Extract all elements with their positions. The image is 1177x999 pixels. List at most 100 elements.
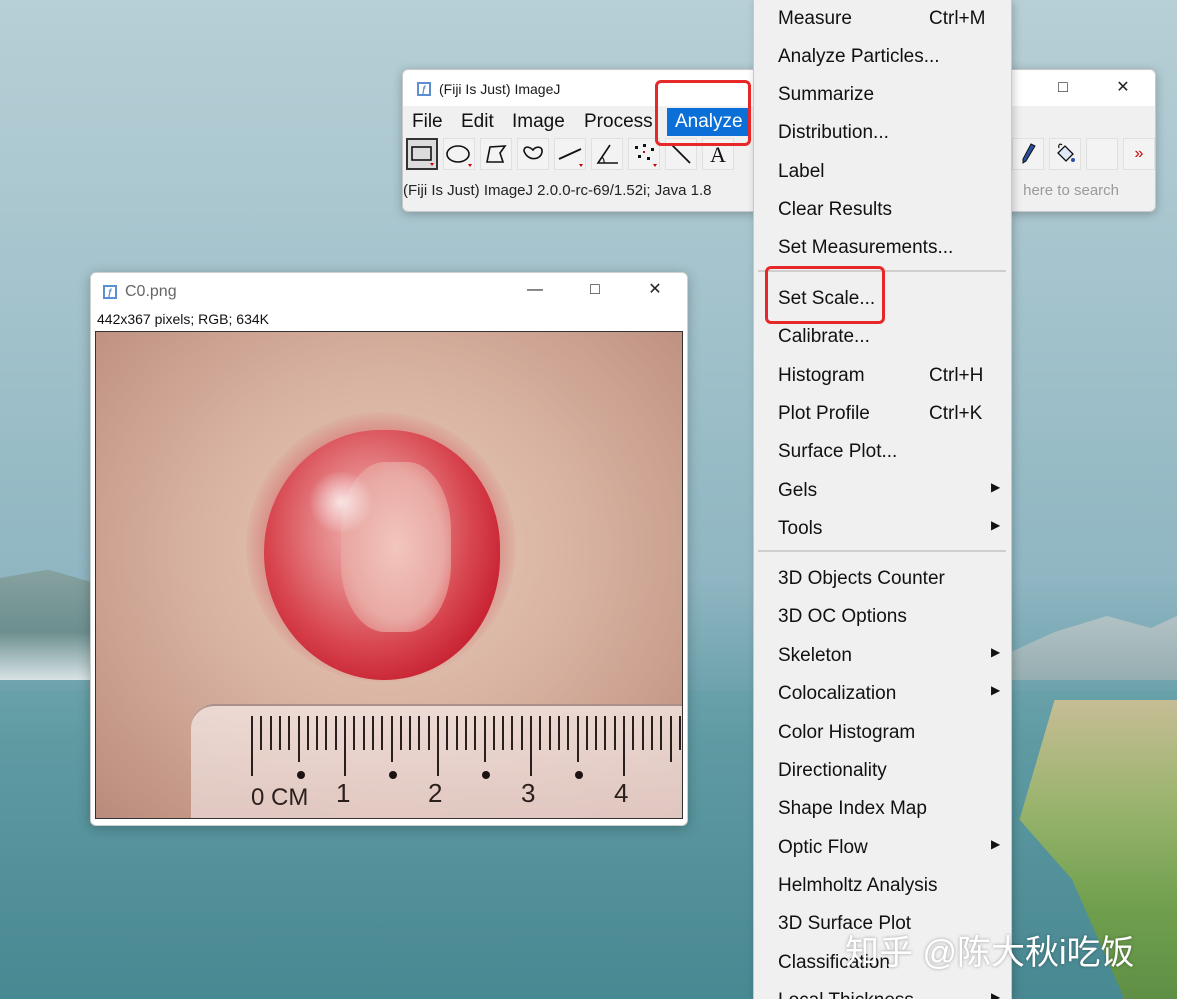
ruler-tick [418, 716, 421, 750]
analyze-dropdown-menu: Measure Ctrl+M Analyze Particles... Summari… [753, 0, 1012, 999]
line-tool-icon[interactable] [554, 138, 586, 170]
menu-item-label: Histogram [778, 365, 865, 386]
watermark: 知乎 @陈大秋i吃饭 [845, 934, 1135, 972]
menu-separator [758, 550, 1006, 552]
set-scale-highlight [765, 266, 885, 324]
menu-item-helmholtz-analysis[interactable]: Helmholtz Analysis [754, 867, 1011, 905]
wound-gloss [306, 472, 376, 532]
menu-item-label: Optic Flow [778, 837, 868, 858]
ruler-tick [334, 716, 337, 750]
close-button[interactable]: ✕ [1103, 73, 1143, 103]
flood-fill-tool-icon[interactable] [1049, 138, 1081, 170]
hills-right [1002, 616, 1177, 680]
submenu-arrow-icon: ▶ [991, 518, 1001, 532]
oval-tool-icon[interactable] [443, 138, 475, 170]
menu-item-3d-oc-options[interactable]: 3D OC Options [754, 598, 1011, 636]
menu-item-3d-objects-counter[interactable]: 3D Objects Counter [754, 560, 1011, 598]
ruler-tick [371, 716, 374, 750]
menu-item-histogram[interactable]: Histogram Ctrl+H [754, 357, 1011, 395]
ruler-tick [390, 716, 393, 762]
menu-item-measure[interactable]: Measure Ctrl+M [754, 0, 1011, 38]
menu-item-local-thickness[interactable]: Local Thickness ▶ [754, 982, 1011, 999]
more-tools-icon[interactable]: » [1123, 138, 1155, 170]
submenu-arrow-icon: ▶ [991, 837, 1001, 851]
ruler: 0 CM 1 2 3 4 [191, 704, 682, 818]
menu-edit[interactable]: Edit [461, 108, 494, 136]
menu-item-set-measurements[interactable]: Set Measurements... [754, 229, 1011, 267]
ruler-tick [632, 716, 635, 750]
search-hint[interactable]: here to search [1023, 182, 1119, 199]
ruler-tick [446, 716, 449, 750]
menu-item-label[interactable]: Label [754, 153, 1011, 191]
ruler-tick [520, 716, 523, 750]
menu-item-label: Gels [778, 480, 818, 501]
brush-tool-icon[interactable] [1012, 138, 1044, 170]
submenu-arrow-icon: ▶ [991, 645, 1001, 659]
menu-item-tools[interactable]: Tools ▶ [754, 510, 1011, 548]
ruler-tick [641, 716, 644, 750]
ruler-tick [548, 716, 551, 750]
menu-item-label: Distribution... [778, 122, 889, 143]
image-window: ƒ C0.png — □ ✕ 442x367 pixels; RGB; 634K… [90, 272, 688, 826]
angle-tool-icon[interactable] [591, 138, 623, 170]
minimize-button[interactable]: — [515, 275, 555, 305]
menu-item-label: Plot Profile [778, 403, 870, 424]
menu-item-shortcut: Ctrl+K [929, 403, 983, 424]
menu-item-label: Surface Plot... [778, 441, 898, 462]
menu-process[interactable]: Process [584, 108, 653, 136]
menu-item-color-histogram[interactable]: Color Histogram [754, 714, 1011, 752]
menu-image[interactable]: Image [512, 108, 565, 136]
wound-photo[interactable]: 0 CM 1 2 3 4 [95, 331, 683, 819]
ruler-tick [269, 716, 272, 750]
menu-item-summarize[interactable]: Summarize [754, 76, 1011, 114]
maximize-button[interactable]: □ [575, 275, 615, 305]
menu-item-label: Calibrate... [778, 326, 870, 347]
image-window-title: C0.png [125, 283, 177, 300]
menu-item-optic-flow[interactable]: Optic Flow ▶ [754, 829, 1011, 867]
ruler-label-1: 1 [336, 778, 351, 808]
menu-item-colocalization[interactable]: Colocalization ▶ [754, 675, 1011, 713]
ruler-tick [530, 716, 532, 776]
rectangle-tool-icon[interactable] [406, 138, 438, 170]
menu-item-analyze-particles[interactable]: Analyze Particles... [754, 38, 1011, 76]
ruler-tick [288, 716, 291, 750]
menu-file[interactable]: File [412, 108, 443, 136]
ruler-tick [251, 716, 253, 776]
menu-item-shortcut: Ctrl+H [929, 365, 984, 386]
submenu-arrow-icon: ▶ [991, 990, 1001, 999]
ruler-dot-2 [482, 771, 490, 779]
imagej-status-line: (Fiji Is Just) ImageJ 2.0.0-rc-69/1.52i;… [403, 182, 712, 199]
menu-item-clear-results[interactable]: Clear Results [754, 191, 1011, 229]
ruler-tick [539, 716, 542, 750]
menu-item-label: Measure [778, 8, 852, 29]
ruler-tick [576, 716, 579, 762]
imagej-window-title: (Fiji Is Just) ImageJ [439, 81, 561, 97]
freehand-tool-icon[interactable] [517, 138, 549, 170]
maximize-button[interactable]: □ [1043, 73, 1083, 103]
ruler-tick [306, 716, 309, 750]
ruler-tick [362, 716, 365, 750]
menu-item-plot-profile[interactable]: Plot Profile Ctrl+K [754, 395, 1011, 433]
image-titlebar[interactable]: ƒ C0.png — □ ✕ [91, 273, 687, 307]
ruler-label-2: 2 [428, 778, 443, 808]
ruler-tick [567, 716, 570, 750]
menu-item-label: Clear Results [778, 199, 893, 220]
menu-item-label: Helmholtz Analysis [778, 875, 938, 896]
menu-item-gels[interactable]: Gels ▶ [754, 472, 1011, 510]
menu-item-surface-plot[interactable]: Surface Plot... [754, 433, 1011, 471]
close-button[interactable]: ✕ [635, 275, 675, 305]
ruler-tick [613, 716, 616, 750]
menu-item-directionality[interactable]: Directionality [754, 752, 1011, 790]
ruler-tick [278, 716, 281, 750]
fiji-app-icon: ƒ [103, 285, 117, 299]
menu-item-label: 3D Objects Counter [778, 568, 945, 589]
ruler-tick [353, 716, 356, 750]
image-info: 442x367 pixels; RGB; 634K [97, 311, 269, 327]
menu-item-distribution[interactable]: Distribution... [754, 114, 1011, 152]
menu-item-label: Color Histogram [778, 722, 916, 743]
menu-item-label: Local Thickness [778, 990, 914, 999]
menu-item-shape-index-map[interactable]: Shape Index Map [754, 790, 1011, 828]
menu-item-skeleton[interactable]: Skeleton ▶ [754, 637, 1011, 675]
polygon-tool-icon[interactable] [480, 138, 512, 170]
submenu-arrow-icon: ▶ [991, 480, 1001, 494]
